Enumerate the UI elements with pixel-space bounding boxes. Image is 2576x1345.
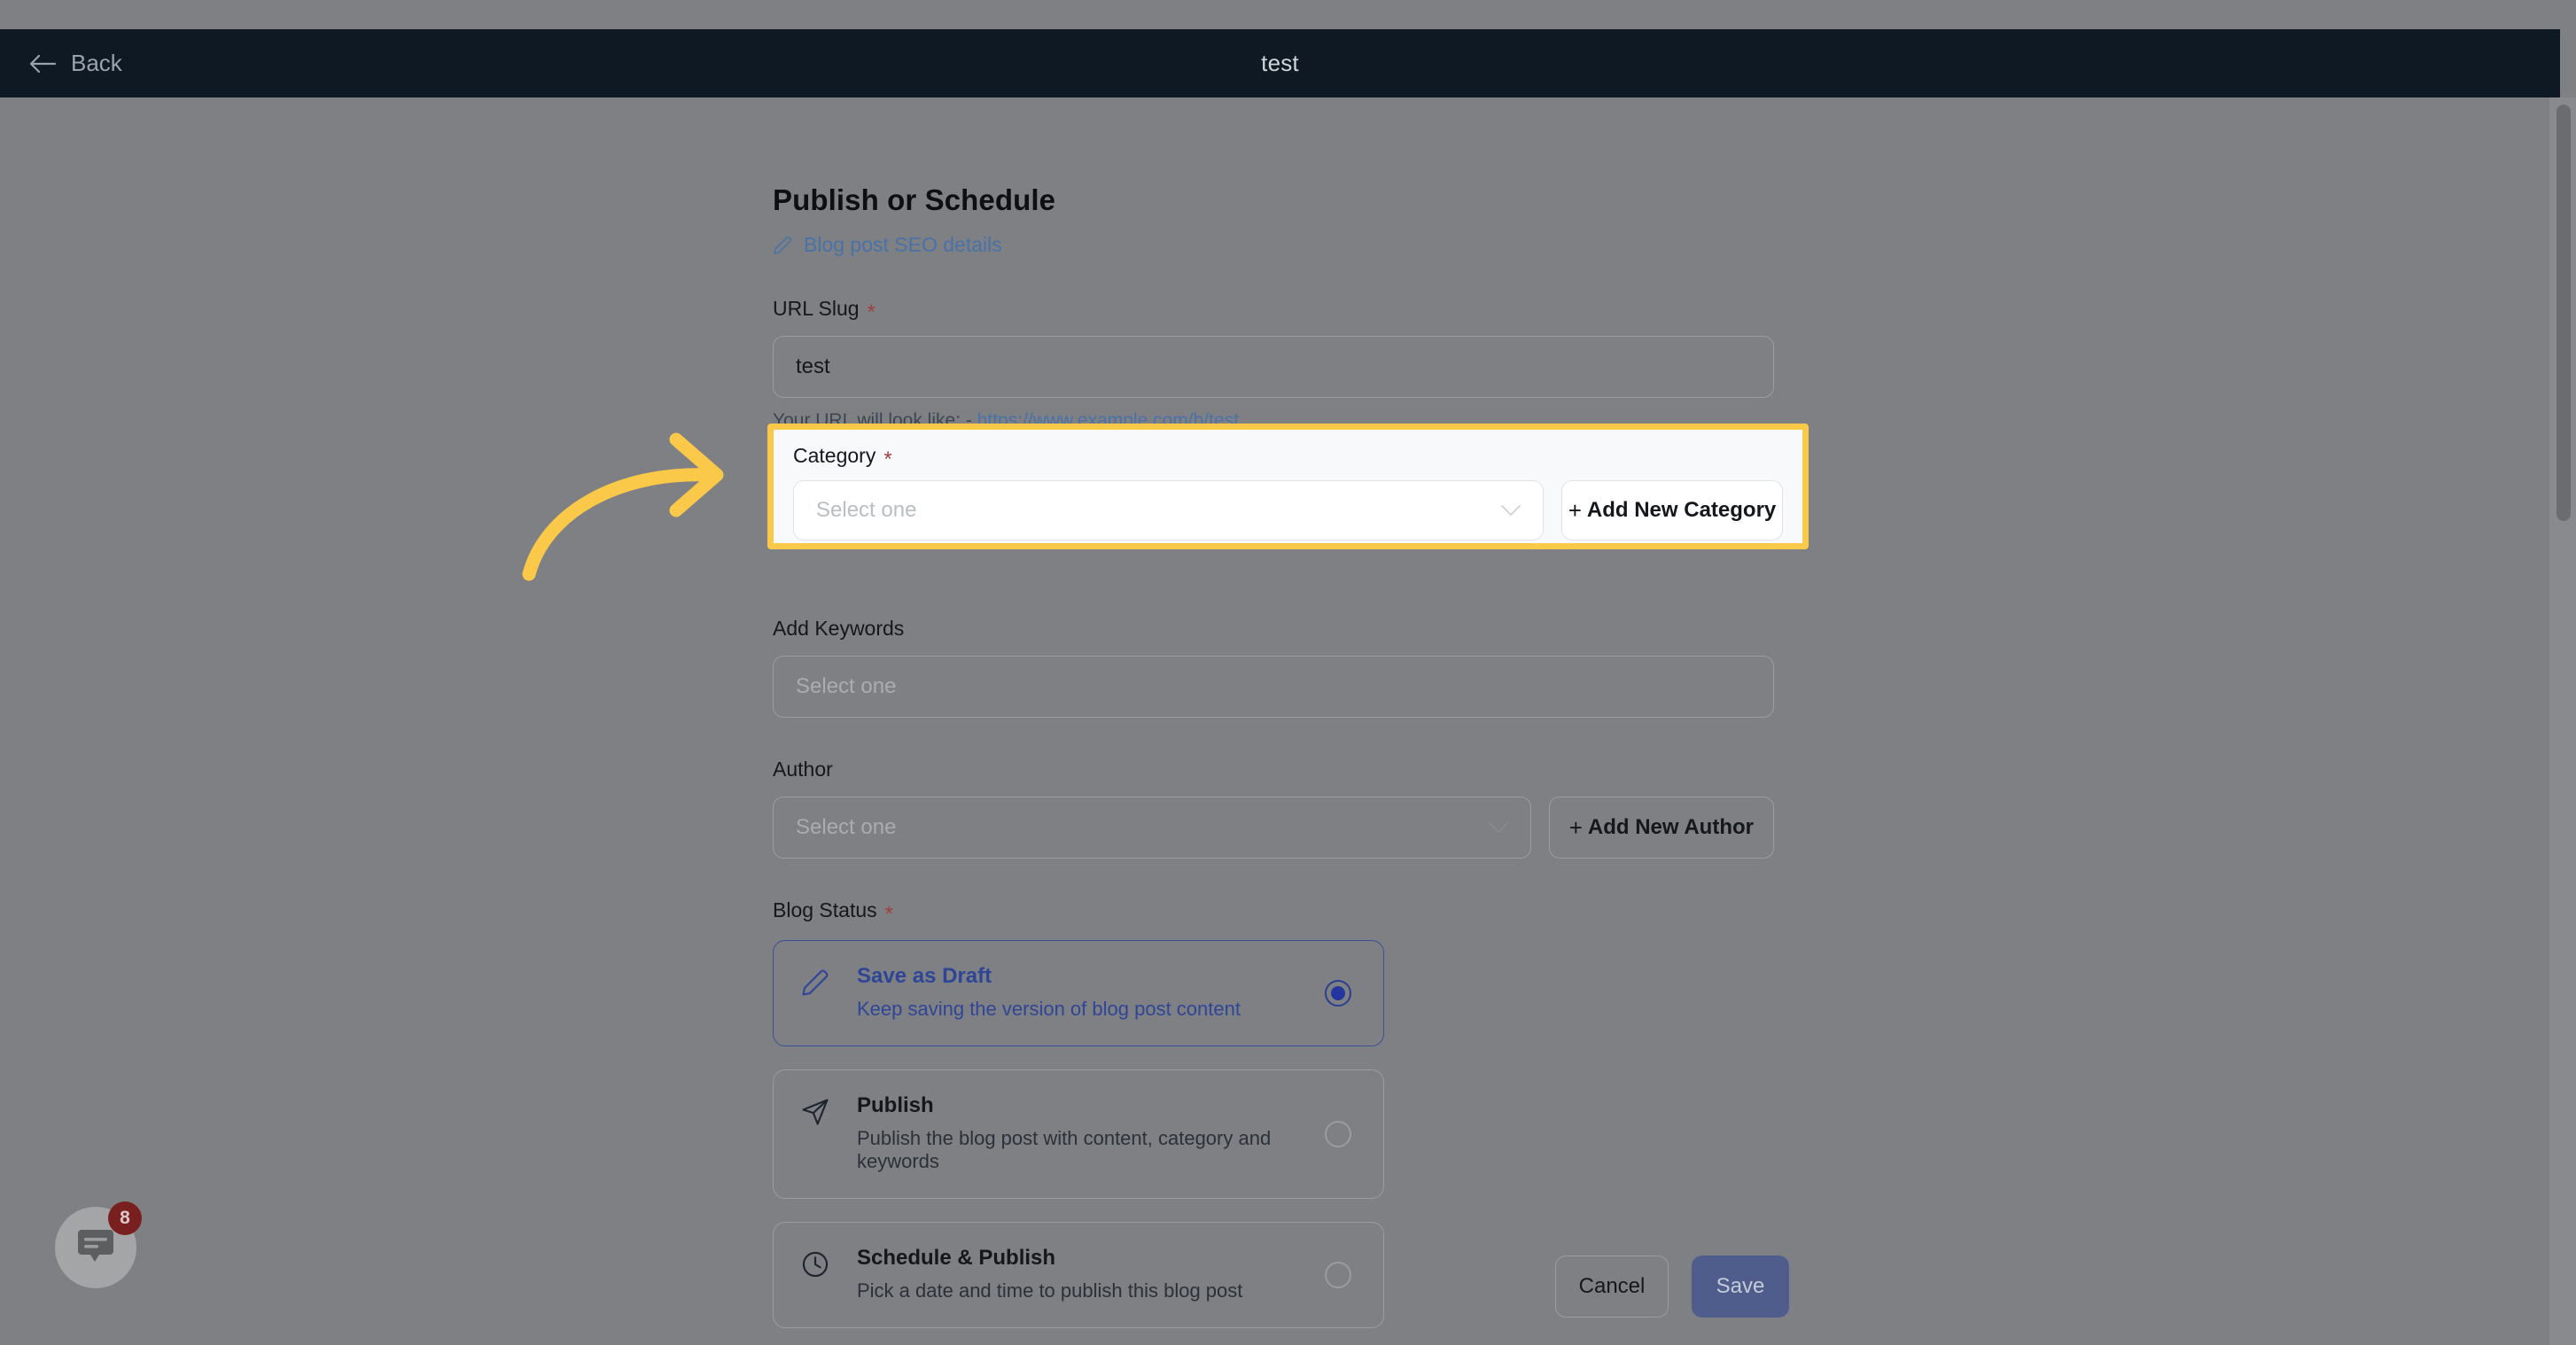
keywords-label-text: Add Keywords [773,617,905,640]
status-option-text: Save as Draft Keep saving the version of… [857,964,1241,1021]
status-radio-save-as-draft[interactable] [1325,980,1351,1007]
url-slug-value: test [796,354,830,378]
category-select[interactable]: Select one [793,480,1544,540]
blog-seo-details-link[interactable]: Blog post SEO details [773,233,1002,257]
keywords-select[interactable]: Select one [773,656,1774,718]
status-option-description: Pick a date and time to publish this blo… [857,1279,1243,1302]
status-radio-publish[interactable] [1325,1121,1351,1147]
publish-schedule-form: Publish or Schedule Blog post SEO detail… [773,183,1774,1345]
status-option-publish[interactable]: Publish Publish the blog post with conte… [773,1069,1384,1199]
status-option-title: Save as Draft [857,964,992,988]
pencil-icon [800,964,834,998]
keywords-field-block: Add Keywords Select one [773,617,1774,718]
author-label: Author [773,758,1774,781]
status-option-text: Publish Publish the blog post with conte… [857,1093,1357,1173]
author-select[interactable]: Select one [773,797,1531,859]
chat-bubble-icon [78,1230,113,1262]
category-select-value: Select one [816,498,917,522]
save-button[interactable]: Save [1692,1256,1789,1318]
chat-unread-badge: 8 [108,1201,142,1235]
add-new-category-label: Add New Category [1586,498,1777,522]
status-option-save-as-draft[interactable]: Save as Draft Keep saving the version of… [773,940,1384,1046]
blog-status-label-text: Blog Status [773,898,877,921]
category-highlight-annotation: Category * Select one + Add New Category [767,424,1809,549]
author-field-block: Author Select one + Add New Author [773,758,1774,859]
status-option-title: Publish [857,1093,934,1117]
url-slug-label-text: URL Slug [773,297,860,320]
page-title-header: test [1261,50,1299,76]
vertical-scrollbar-thumb[interactable] [2557,105,2571,521]
pencil-icon [774,236,792,254]
status-radio-schedule-publish[interactable] [1325,1262,1351,1288]
blog-status-options: Save as Draft Keep saving the version of… [773,940,1384,1328]
status-option-title: Schedule & Publish [857,1246,1056,1270]
clock-icon [800,1246,834,1279]
top-header-bar: Back test [0,29,2560,97]
status-option-text: Schedule & Publish Pick a date and time … [857,1246,1242,1302]
paper-plane-icon [800,1093,834,1127]
plus-icon: + [1568,496,1582,524]
keywords-select-value: Select one [796,674,897,698]
status-option-description: Publish the blog post with content, cate… [857,1127,1272,1172]
chevron-down-icon [1501,504,1521,516]
required-asterisk: * [867,299,876,324]
status-option-schedule-publish[interactable]: Schedule & Publish Pick a date and time … [773,1222,1384,1328]
status-option-description: Keep saving the version of blog post con… [857,998,1241,1020]
footer-actions: Cancel Save [1555,1256,1789,1318]
pointer-arrow-annotation [522,432,724,581]
page-title: Publish or Schedule [773,183,1056,216]
add-new-author-label: Add New Author [1587,815,1754,839]
url-slug-label: URL Slug * [773,297,1774,324]
cancel-button[interactable]: Cancel [1555,1256,1669,1318]
author-row: Select one + Add New Author [773,797,1774,859]
url-slug-field-block: URL Slug * test Your URL will look like:… [773,297,1774,431]
app-root: Back test Publish or Schedule Blog post … [0,0,2576,1345]
plus-icon: + [1568,813,1583,841]
author-label-text: Author [773,758,833,781]
category-row-highlighted: Select one + Add New Category [793,480,1783,540]
chevron-down-icon [1488,821,1508,833]
blog-status-label: Blog Status * [773,898,1774,926]
required-asterisk: * [883,447,892,471]
category-label-text: Category [793,444,876,467]
url-slug-input[interactable]: test [773,336,1774,398]
blog-seo-details-label: Blog post SEO details [804,233,1002,256]
author-select-value: Select one [796,815,897,839]
add-new-category-button[interactable]: + Add New Category [1561,480,1783,540]
required-asterisk: * [884,901,893,926]
add-new-author-button[interactable]: + Add New Author [1548,797,1774,859]
category-highlight-content: Category * Select one + Add New Category [774,430,1802,543]
keywords-label: Add Keywords [773,617,1774,641]
chat-widget[interactable]: 8 [55,1201,142,1288]
category-label-highlighted: Category * [793,444,1783,471]
